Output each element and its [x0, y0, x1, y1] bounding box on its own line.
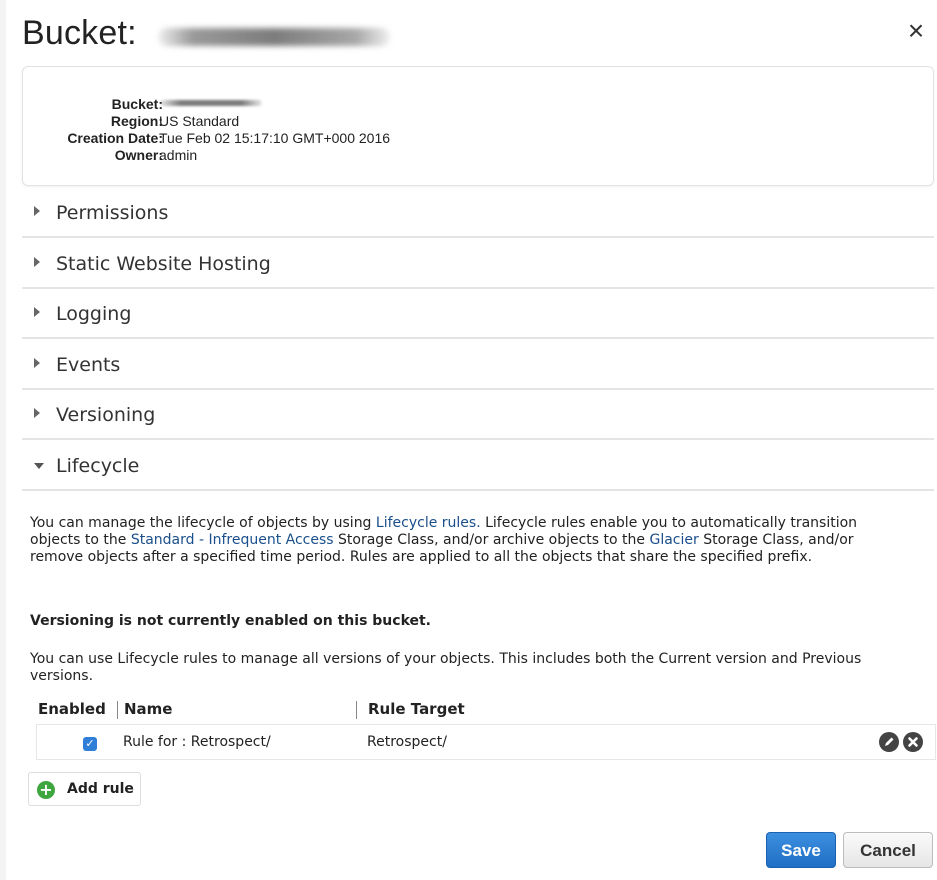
info-row-owner: Owner: admin — [23, 146, 623, 164]
region-value: US Standard — [159, 113, 240, 129]
triangle-right-icon — [34, 408, 40, 418]
lifecycle-rules-link[interactable]: Lifecycle rules. — [376, 515, 481, 531]
section-static-website-hosting[interactable]: Static Website Hosting — [22, 239, 934, 289]
section-permissions[interactable]: Permissions — [22, 188, 934, 238]
owner-label: Owner: — [114, 147, 163, 163]
lifecycle-text: Storage Class, and/or archive objects to… — [333, 532, 650, 548]
rule-enabled-checkbox[interactable]: ✓ — [83, 737, 97, 751]
rule-name: Rule for : Retrospect/ — [123, 734, 271, 750]
window-edge — [0, 0, 6, 880]
info-row-creation-date: Creation Date: Tue Feb 02 15:17:10 GMT+0… — [23, 129, 623, 147]
triangle-right-icon — [34, 358, 40, 368]
add-rule-label: Add rule — [67, 781, 134, 797]
column-header-rule-target: Rule Target — [368, 700, 465, 718]
pencil-icon-graphic — [885, 737, 894, 746]
info-row-region: Region: US Standard — [23, 112, 623, 130]
table-row: ✓ Rule for : Retrospect/ Retrospect/ — [36, 724, 936, 760]
section-label: Logging — [56, 303, 132, 325]
triangle-right-icon — [34, 257, 40, 267]
cancel-button[interactable]: Cancel — [843, 832, 933, 868]
triangle-right-icon — [34, 206, 40, 216]
triangle-right-icon — [34, 307, 40, 317]
section-logging[interactable]: Logging — [22, 289, 934, 339]
owner-value: admin — [159, 147, 198, 163]
column-divider — [117, 701, 118, 719]
bucket-label: Bucket: — [111, 96, 163, 112]
lifecycle-text: You can manage the lifecycle of objects … — [30, 515, 376, 531]
panel-title: Bucket: — [22, 14, 137, 52]
triangle-down-icon — [34, 463, 44, 469]
column-header-enabled: Enabled — [38, 700, 106, 718]
creation-date-label: Creation Date: — [67, 130, 163, 146]
save-button[interactable]: Save — [766, 832, 836, 868]
close-icon[interactable]: × — [903, 17, 929, 45]
x-circle-icon[interactable] — [903, 732, 923, 752]
creation-date-value: Tue Feb 02 15:17:10 GMT+000 2016 — [159, 130, 391, 146]
column-header-name: Name — [124, 700, 173, 718]
pencil-icon[interactable] — [879, 732, 899, 752]
section-label: Permissions — [56, 202, 169, 224]
bucket-info-box: Bucket: Region: US Standard Creation Dat… — [22, 66, 934, 186]
lifecycle-versions-text: You can use Lifecycle rules to manage al… — [30, 651, 862, 684]
redacted-bucket-value — [160, 100, 262, 106]
section-label: Lifecycle — [56, 455, 140, 477]
section-label: Static Website Hosting — [56, 253, 271, 275]
column-divider — [356, 701, 357, 719]
rule-target: Retrospect/ — [367, 734, 447, 750]
standard-ia-link[interactable]: Standard - Infrequent Access — [131, 532, 334, 548]
x-circle-icon-graphic — [908, 737, 918, 747]
info-row-bucket: Bucket: — [23, 95, 623, 113]
glacier-link[interactable]: Glacier — [649, 532, 698, 548]
add-rule-button[interactable]: + Add rule — [28, 772, 141, 806]
section-events[interactable]: Events — [22, 340, 934, 390]
section-label: Versioning — [56, 404, 156, 426]
section-lifecycle[interactable]: Lifecycle — [22, 441, 934, 491]
redacted-bucket-name — [158, 28, 390, 46]
versioning-note: Versioning is not currently enabled on t… — [30, 613, 432, 629]
section-label: Events — [56, 354, 121, 376]
plus-circle-icon: + — [37, 781, 55, 799]
lifecycle-description: You can manage the lifecycle of objects … — [30, 515, 910, 566]
section-versioning[interactable]: Versioning — [22, 390, 934, 440]
region-label: Region: — [110, 113, 163, 129]
